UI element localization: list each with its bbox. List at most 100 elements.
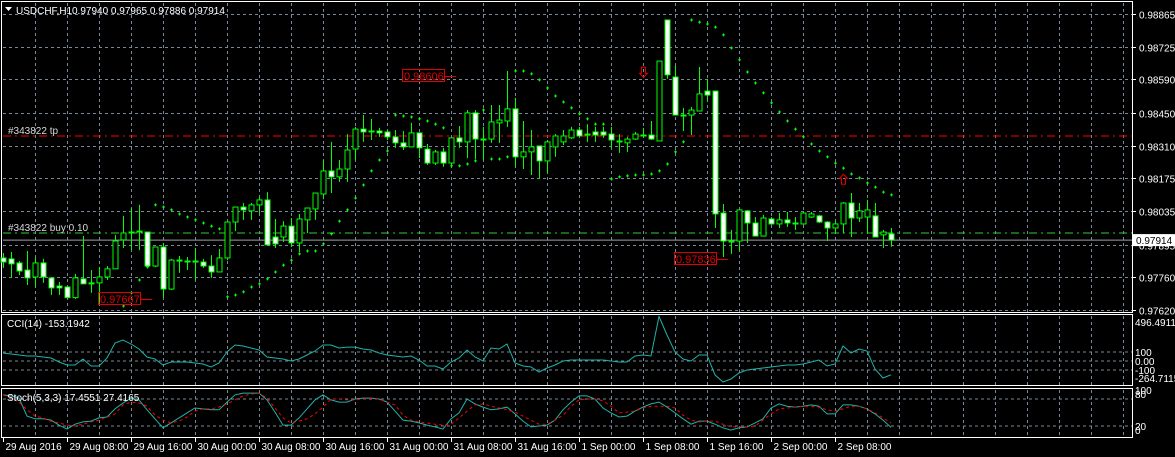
candle bbox=[856, 203, 863, 223]
candle-body-bull bbox=[192, 260, 199, 263]
candle bbox=[640, 127, 647, 138]
candle bbox=[256, 197, 263, 213]
candle-body-bull bbox=[352, 128, 359, 150]
time-axis-label: 31 Aug 08:00 bbox=[454, 442, 513, 453]
parabolic-sar bbox=[122, 18, 893, 308]
stoch-panel-border bbox=[1, 388, 1133, 438]
sar-dot bbox=[226, 295, 229, 299]
price-axis-label: 0.97620 bbox=[1139, 307, 1175, 318]
stoch-axis-label: 0 bbox=[1135, 426, 1141, 437]
triangle-down-icon[interactable] bbox=[5, 7, 12, 11]
candle-body-bull bbox=[184, 260, 191, 263]
candle bbox=[416, 132, 423, 159]
candle bbox=[776, 212, 783, 228]
bid-price-text: 0.97914 bbox=[1136, 236, 1173, 247]
sar-dot bbox=[138, 278, 141, 282]
sar-dot bbox=[674, 150, 677, 154]
time-axis-label: 1 Sep 16:00 bbox=[710, 442, 764, 453]
time-axis-label: 1 Sep 00:00 bbox=[582, 442, 636, 453]
sar-dot bbox=[570, 106, 573, 110]
candle-body-bull bbox=[448, 137, 455, 164]
candle bbox=[184, 256, 191, 271]
arrow-up-icon bbox=[838, 173, 849, 185]
sar-dot bbox=[618, 175, 621, 179]
sar-dot bbox=[818, 149, 821, 153]
time-axis-label: 30 Aug 16:00 bbox=[326, 442, 385, 453]
candle bbox=[872, 203, 879, 238]
sar-dot bbox=[794, 127, 797, 131]
candle bbox=[760, 214, 767, 237]
candle bbox=[592, 126, 599, 142]
candle-body-bear bbox=[536, 145, 543, 162]
candle-body-bull bbox=[120, 232, 127, 241]
candle bbox=[64, 286, 71, 299]
sar-dot bbox=[234, 293, 237, 297]
symbol-title: USDCHF,H1 bbox=[16, 6, 73, 17]
candle bbox=[464, 110, 471, 159]
candle-body-bull bbox=[88, 282, 95, 285]
candle-body-bull bbox=[504, 108, 511, 122]
sar-dot bbox=[218, 227, 221, 231]
candle-body-bull bbox=[496, 119, 503, 124]
candle-body-bull bbox=[696, 93, 703, 112]
sar-dot bbox=[658, 169, 661, 173]
price-axis-label: 0.98310 bbox=[1139, 143, 1175, 154]
candle bbox=[368, 118, 375, 141]
candle-body-bull bbox=[584, 133, 591, 136]
candle bbox=[712, 90, 719, 228]
candle bbox=[824, 221, 831, 242]
sar-dot bbox=[826, 155, 829, 159]
candle-body-bull bbox=[680, 114, 687, 117]
candle-body-bull bbox=[128, 231, 135, 234]
tp-line-label: #343822 tp bbox=[8, 126, 58, 137]
sar-dot bbox=[434, 122, 437, 126]
candle bbox=[528, 130, 535, 175]
price-axis-label: 0.97760 bbox=[1139, 274, 1175, 285]
candle bbox=[160, 242, 167, 298]
sar-dot bbox=[650, 172, 653, 176]
sar-dot bbox=[314, 249, 317, 253]
sar-dot bbox=[290, 258, 293, 262]
candle bbox=[72, 273, 79, 299]
candle-body-bull bbox=[688, 109, 695, 116]
candle bbox=[16, 261, 23, 276]
candle-body-bear bbox=[824, 221, 831, 229]
sar-dot bbox=[554, 94, 557, 98]
candle-body-bull bbox=[216, 257, 223, 273]
candle bbox=[192, 247, 199, 281]
candle-body-bull bbox=[312, 192, 319, 210]
cci-line bbox=[2, 314, 892, 383]
candle-body-bear bbox=[328, 170, 335, 178]
candle-body-bull bbox=[840, 202, 847, 225]
candle-body-bear bbox=[416, 132, 423, 149]
candle-body-bear bbox=[576, 129, 583, 137]
sar-dot bbox=[490, 157, 493, 161]
candle-body-bear bbox=[288, 225, 295, 244]
time-axis-label: 2 Sep 00:00 bbox=[774, 442, 828, 453]
sar-dot bbox=[850, 172, 853, 176]
candle bbox=[440, 147, 447, 167]
sar-dot bbox=[194, 218, 197, 222]
candle-body-bull bbox=[640, 134, 647, 137]
candle bbox=[80, 236, 87, 285]
candle-body-bear bbox=[752, 222, 759, 237]
sar-dot bbox=[154, 203, 157, 207]
candle-body-bear bbox=[16, 262, 23, 272]
candle-body-bull bbox=[176, 259, 183, 262]
candle-body-bull bbox=[864, 209, 871, 218]
sar-dot bbox=[810, 142, 813, 146]
candle-body-bull bbox=[880, 231, 887, 236]
price-axis-label: 0.98725 bbox=[1139, 44, 1175, 55]
candle-body-bear bbox=[440, 151, 447, 164]
sar-dot bbox=[682, 140, 685, 144]
sar-dot bbox=[162, 205, 165, 209]
price-axis-label: 0.98590 bbox=[1139, 76, 1175, 87]
sar-dot bbox=[706, 22, 709, 26]
sar-dot bbox=[466, 162, 469, 166]
sar-dot bbox=[506, 155, 509, 159]
candle-body-bull bbox=[800, 212, 807, 225]
candle-body-bull bbox=[344, 149, 351, 170]
sar-dot bbox=[722, 33, 725, 37]
chart-window[interactable]: 0.986060.976670.97836 0.988650.987250.98… bbox=[0, 0, 1175, 457]
sar-dot bbox=[546, 86, 549, 90]
